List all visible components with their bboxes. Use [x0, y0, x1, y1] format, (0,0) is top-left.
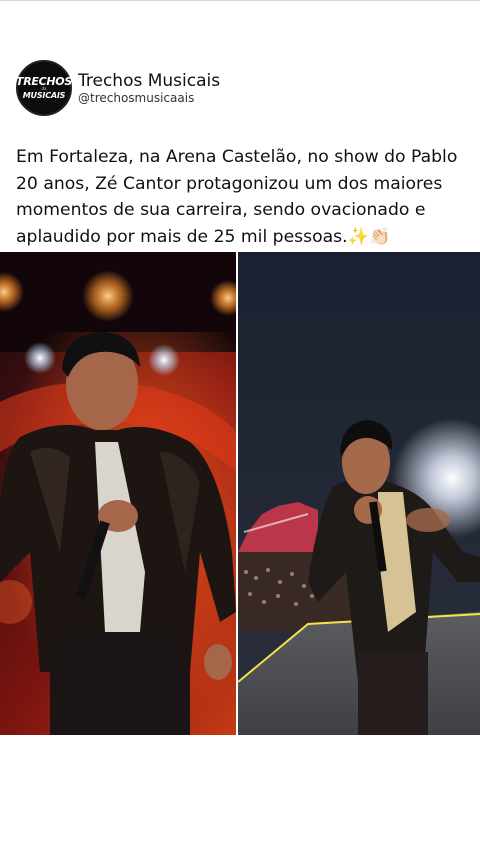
top-divider	[0, 0, 480, 1]
photo-left[interactable]	[0, 252, 236, 735]
author-names: Trechos Musicais @trechosmusicaais	[78, 71, 220, 105]
photo-right[interactable]	[238, 252, 480, 735]
post-header: TRECHOS da MUSICAIS Trechos Musicais @tr…	[16, 60, 220, 116]
avatar[interactable]: TRECHOS da MUSICAIS	[16, 60, 72, 116]
post-text: Em Fortaleza, na Arena Castelão, no show…	[16, 147, 458, 247]
photo-left-illustration	[0, 252, 236, 735]
photo-collage	[0, 252, 480, 735]
display-name[interactable]: Trechos Musicais	[78, 71, 220, 91]
avatar-logo-line3: MUSICAIS	[22, 91, 66, 100]
photo-right-illustration	[238, 252, 480, 735]
handle[interactable]: @trechosmusicaais	[78, 91, 220, 105]
